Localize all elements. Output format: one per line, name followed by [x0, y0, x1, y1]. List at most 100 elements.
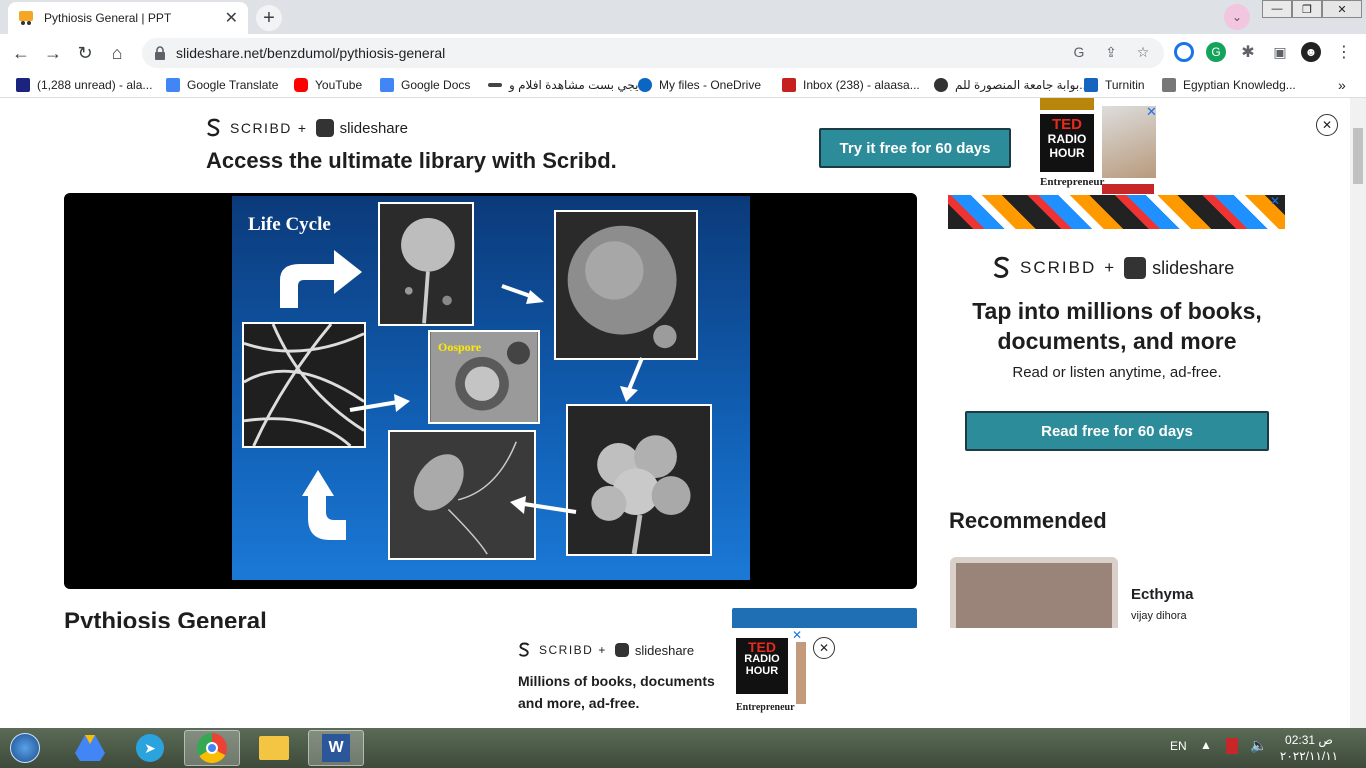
scribd-slideshare-brand: SCRIBD + slideshare [206, 118, 408, 138]
bookmark-item[interactable]: Google Docs [380, 76, 470, 94]
magazine-ad-strip [1040, 98, 1094, 110]
scribd-logo-icon [993, 256, 1010, 278]
ad-close-icon[interactable]: ✕ [792, 628, 802, 642]
clock[interactable]: 02:31 ص ٢٠٢٢/١١/١١ [1278, 732, 1340, 764]
curved-arrow-up-icon [302, 470, 346, 540]
magazine-cover-image [796, 642, 806, 704]
ad-close-icon[interactable]: ✕ [1146, 104, 1157, 120]
taskbar-app-word[interactable]: W [308, 730, 364, 766]
menu-kebab-icon[interactable]: ⋮ [1334, 42, 1354, 62]
reload-icon[interactable]: ↻ [72, 40, 98, 66]
google-drive-icon [75, 735, 105, 761]
tab-active[interactable]: Pythiosis General | PPT ✕ [8, 2, 248, 34]
bookmark-item[interactable]: بوابة جامعة المنصورة للم... [934, 76, 1089, 94]
close-circle-icon[interactable]: ✕ [813, 637, 835, 659]
hyphae-photo [242, 322, 366, 448]
bookmark-item[interactable]: Inbox (238) - alaasa... [782, 76, 920, 94]
recommended-thumbnail[interactable] [950, 557, 1118, 637]
scribd-slideshare-brand: SCRIBD + slideshare [992, 256, 1234, 280]
magazine-ad-strip [1102, 184, 1154, 194]
gmail-icon [782, 78, 796, 92]
google-docs-icon [380, 78, 394, 92]
scrollbar-thumb[interactable] [1353, 128, 1363, 184]
youtube-icon [294, 78, 308, 92]
side-ad-subline: Read or listen anytime, ad-free. [1012, 364, 1222, 381]
share-icon[interactable]: ⇪ [1102, 43, 1120, 61]
taskbar-app-explorer[interactable] [246, 730, 302, 766]
new-tab-button[interactable]: + [256, 5, 282, 31]
bookmark-item[interactable]: (1,288 unread) - ala... [16, 76, 152, 94]
grammarly-icon[interactable]: G [1206, 42, 1226, 62]
bookmark-item[interactable]: My files - OneDrive [638, 76, 761, 94]
oospore-photo: Oospore [428, 330, 540, 424]
tray-app-icon[interactable] [1226, 738, 1238, 754]
ad-close-icon[interactable]: ✕ [1270, 194, 1280, 208]
tab-close-icon[interactable]: ✕ [225, 8, 238, 28]
windows-taskbar: ➤ W EN ▲ 🔈 02:31 ص ٢٠٢٢/١١/١١ [0, 728, 1366, 768]
slide-image: Life Cycle Oospore [232, 196, 750, 580]
globe-icon [934, 78, 948, 92]
bookmark-item[interactable]: Google Translate [166, 76, 278, 94]
zoospore-cluster-photo [566, 404, 712, 556]
side-panel-icon[interactable]: ▣ [1270, 42, 1290, 62]
arrow-left-icon [510, 496, 577, 514]
minimize-button[interactable]: — [1262, 0, 1292, 18]
bookmark-item[interactable]: Egyptian Knowledg... [1162, 76, 1296, 94]
arrow-down-icon [620, 357, 644, 402]
sporangium-photo [378, 202, 474, 326]
start-button[interactable] [0, 730, 50, 766]
bookmark-item[interactable]: YouTube [294, 76, 362, 94]
home-icon[interactable]: ⌂ [104, 40, 130, 66]
tab-strip: Pythiosis General | PPT ✕ + ⌄ — ❐ ✕ [0, 0, 1366, 34]
address-bar[interactable]: slideshare.net/benzdumol/pythiosis-gener… [142, 38, 1164, 68]
arrow-right-icon [501, 284, 544, 304]
ted-radio-hour-ad[interactable]: TED RADIO HOUR [1040, 114, 1094, 172]
maximize-button[interactable]: ❐ [1292, 0, 1322, 18]
entrepreneur-ad-label: Entrepreneur [736, 702, 795, 713]
taskbar-app-telegram[interactable]: ➤ [122, 730, 178, 766]
google-translate-icon [166, 78, 180, 92]
bookmark-item[interactable]: ايجي بست مشاهدة افلام و... [488, 76, 652, 94]
word-icon: W [322, 734, 350, 762]
forward-arrow-icon[interactable]: → [40, 40, 66, 66]
banner-headline: Access the ultimate library with Scribd. [206, 148, 617, 173]
tray-up-arrow-icon[interactable]: ▲ [1200, 738, 1212, 752]
bookmark-star-icon[interactable]: ☆ [1134, 43, 1152, 61]
onedrive-cloud-icon [638, 78, 652, 92]
tab-search-chevron-icon[interactable]: ⌄ [1224, 4, 1250, 30]
ted-radio-hour-ad[interactable]: TED RADIO HOUR [736, 638, 788, 694]
chrome-icon [197, 733, 227, 763]
read-free-button[interactable]: Read free for 60 days [965, 411, 1269, 451]
slideshare-favicon-icon [19, 11, 33, 25]
turnitin-icon [1084, 78, 1098, 92]
book-covers-ad-strip[interactable] [948, 195, 1285, 229]
clock-time: 02:31 ص [1285, 733, 1333, 747]
oospore-label: Oospore [438, 340, 482, 354]
taskbar-app-chrome[interactable] [184, 730, 240, 766]
volume-icon[interactable]: 🔈 [1250, 737, 1267, 754]
bookmarks-overflow-button[interactable]: » [1338, 76, 1346, 94]
google-lens-icon[interactable]: G [1070, 43, 1088, 61]
back-arrow-icon[interactable]: ← [8, 40, 34, 66]
bookmark-item[interactable]: Turnitin [1084, 76, 1145, 94]
scribd-logo-icon [207, 118, 220, 137]
mail-icon [16, 78, 30, 92]
clock-date: ٢٠٢٢/١١/١١ [1279, 749, 1339, 763]
close-circle-icon[interactable]: ✕ [1316, 114, 1338, 136]
language-indicator[interactable]: EN [1170, 739, 1187, 753]
recommended-item-title[interactable]: Ecthyma [1131, 586, 1194, 603]
try-free-button[interactable]: Try it free for 60 days [819, 128, 1011, 168]
taskbar-app-drive[interactable] [62, 730, 118, 766]
extension-circle-icon[interactable] [1174, 42, 1194, 62]
download-button[interactable] [732, 608, 917, 630]
extensions-puzzle-icon[interactable]: ✱ [1238, 42, 1258, 62]
profile-avatar[interactable]: ☻ [1301, 42, 1321, 62]
windows-orb-icon [10, 733, 40, 763]
close-window-button[interactable]: ✕ [1322, 0, 1362, 18]
tab-title: Pythiosis General | PPT [44, 11, 172, 25]
bottom-ad-headline: Millions of books, documents and more, a… [518, 673, 715, 711]
url-text: slideshare.net/benzdumol/pythiosis-gener… [176, 45, 446, 61]
scribd-slideshare-brand: SCRIBD + slideshare [518, 642, 694, 658]
page-content: SCRIBD + slideshare Access the ultimate … [0, 98, 1350, 728]
page-scrollbar[interactable] [1350, 98, 1366, 728]
